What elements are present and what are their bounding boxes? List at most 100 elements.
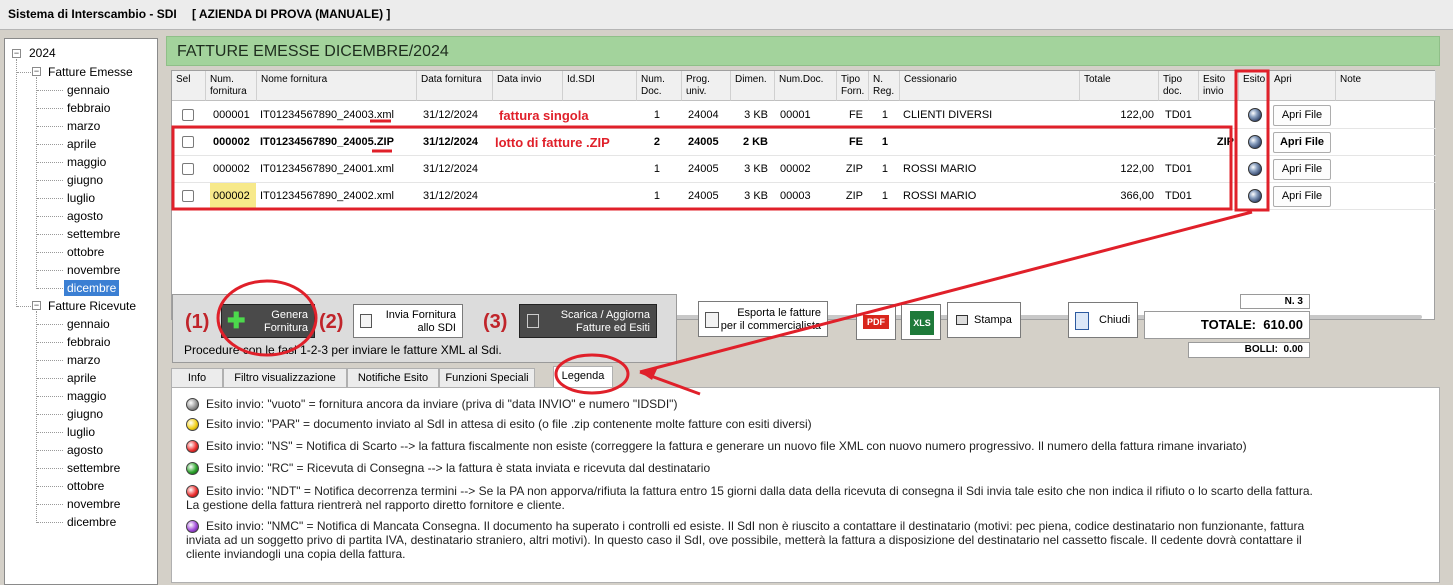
- apri-file-button[interactable]: Apri File: [1273, 186, 1331, 207]
- tree-ricevute-agosto[interactable]: agosto: [67, 442, 103, 458]
- company-name: [ AZIENDA DI PROVA (MANUALE) ]: [192, 7, 391, 21]
- esito-status-icon[interactable]: [1248, 189, 1262, 203]
- stampa-label: Stampa: [974, 314, 1012, 326]
- main-area: FATTURE EMESSE DICEMBRE/2024 Sel Num. fo…: [166, 36, 1440, 585]
- tab-legenda[interactable]: Legenda: [553, 366, 613, 389]
- col-num-doc[interactable]: Num. Doc.: [637, 71, 682, 101]
- cell-num-doc2: 00002: [780, 163, 811, 175]
- tree-emesse-ottobre[interactable]: ottobre: [67, 244, 104, 260]
- legend-item: Esito invio: "RC" = Ricevuta di Consegna…: [206, 461, 711, 475]
- tree-emesse-gennaio[interactable]: gennaio: [67, 82, 110, 98]
- cell-tipo-forn: ZIP: [845, 190, 863, 202]
- table-row[interactable]: 000001 IT01234567890_24003.xml 31/12/2024 1…: [172, 102, 1436, 129]
- legend-item: Esito invio: "PAR" = documento inviato a…: [206, 417, 812, 431]
- cell-cessionario: ROSSI MARIO: [903, 163, 977, 175]
- row-select-checkbox[interactable]: [182, 136, 194, 148]
- legend-item: Esito invio: "NS" = Notifica di Scarto -…: [206, 439, 1247, 453]
- col-note[interactable]: Note: [1336, 71, 1436, 101]
- col-n-reg[interactable]: N. Reg.: [869, 71, 900, 101]
- tab-info[interactable]: Info: [171, 368, 223, 388]
- invia-label-2: allo SDI: [417, 322, 456, 334]
- col-esito-invio[interactable]: Esito invio: [1199, 71, 1239, 101]
- totale-value: 610.00: [1263, 317, 1303, 332]
- col-totale[interactable]: Totale: [1080, 71, 1159, 101]
- collapse-emesse-icon[interactable]: −: [32, 67, 41, 76]
- tree-ricevute-febbraio[interactable]: febbraio: [67, 334, 110, 350]
- tree-emesse-giugno[interactable]: giugno: [67, 172, 103, 188]
- tree-year[interactable]: 2024: [29, 45, 56, 61]
- tree-ricevute-maggio[interactable]: maggio: [67, 388, 106, 404]
- col-sel[interactable]: Sel: [172, 71, 206, 101]
- tree-ricevute-marzo[interactable]: marzo: [67, 352, 100, 368]
- row-select-checkbox[interactable]: [182, 109, 194, 121]
- col-data-fornitura[interactable]: Data fornitura: [417, 71, 493, 101]
- tab-funzioni-speciali[interactable]: Funzioni Speciali: [439, 368, 535, 388]
- tree-ricevute-luglio[interactable]: luglio: [67, 424, 95, 440]
- scarica-aggiorna-button[interactable]: Scarica / Aggiorna Fatture ed Esiti: [519, 304, 657, 338]
- tree-emesse-novembre[interactable]: novembre: [67, 262, 120, 278]
- apri-file-button[interactable]: Apri File: [1273, 132, 1331, 153]
- cell-data-fornitura: 31/12/2024: [423, 136, 479, 148]
- tree-emesse-luglio[interactable]: luglio: [67, 190, 95, 206]
- tree-fatture-emesse[interactable]: Fatture Emesse: [48, 64, 133, 80]
- esito-status-icon[interactable]: [1248, 135, 1262, 149]
- tree-emesse-marzo[interactable]: marzo: [67, 118, 100, 134]
- col-esito[interactable]: Esito: [1239, 71, 1270, 101]
- cell-num-doc: 1: [653, 190, 660, 202]
- col-tipo-forn[interactable]: Tipo Forn.: [837, 71, 869, 101]
- chiudi-button[interactable]: Chiudi: [1068, 302, 1138, 338]
- tree-ricevute-aprile[interactable]: aprile: [67, 370, 96, 386]
- tab-filtro-visualizzazione[interactable]: Filtro visualizzazione: [223, 368, 347, 388]
- col-prog-univ[interactable]: Prog. univ.: [682, 71, 731, 101]
- tree-ricevute-dicembre[interactable]: dicembre: [67, 514, 116, 530]
- col-apri[interactable]: Apri: [1270, 71, 1336, 101]
- genera-label-1: Genera: [271, 309, 308, 321]
- tree-emesse-settembre[interactable]: settembre: [67, 226, 120, 242]
- cell-data-fornitura: 31/12/2024: [423, 190, 479, 202]
- esporta-fatture-button[interactable]: Esporta le fatture per il commercialista: [698, 301, 828, 337]
- tree-ricevute-giugno[interactable]: giugno: [67, 406, 103, 422]
- tree-emesse-aprile[interactable]: aprile: [67, 136, 96, 152]
- table-row[interactable]: 000002 IT01234567890_24002.xml 31/12/2024 1…: [172, 183, 1436, 210]
- col-num-fornitura[interactable]: Num. fornitura: [206, 71, 257, 101]
- tree-emesse-agosto[interactable]: agosto: [67, 208, 103, 224]
- collapse-ricevute-icon[interactable]: −: [32, 301, 41, 310]
- navigation-tree[interactable]: − 2024 − Fatture Emesse gennaio febbraio m…: [4, 38, 158, 585]
- col-id-sdi[interactable]: Id.SDI: [563, 71, 637, 101]
- stampa-button[interactable]: Stampa: [947, 302, 1021, 338]
- table-row[interactable]: 000002 IT01234567890_24005.ZIP 31/12/2024 2…: [172, 129, 1436, 156]
- tree-emesse-febbraio[interactable]: febbraio: [67, 100, 110, 116]
- tree-ricevute-novembre[interactable]: novembre: [67, 496, 120, 512]
- esito-status-icon[interactable]: [1248, 162, 1262, 176]
- legend-panel: Esito invio: "vuoto" = fornitura ancora …: [171, 387, 1440, 583]
- col-nome-fornitura[interactable]: Nome fornitura: [257, 71, 417, 101]
- tree-ricevute-settembre[interactable]: settembre: [67, 460, 120, 476]
- tree-emesse-maggio[interactable]: maggio: [67, 154, 106, 170]
- genera-fornitura-button[interactable]: ✚ Genera Fornitura: [221, 304, 315, 338]
- tab-notifiche-esito[interactable]: Notifiche Esito: [347, 368, 439, 388]
- cell-data-fornitura: 31/12/2024: [423, 163, 479, 175]
- tree-ricevute-gennaio[interactable]: gennaio: [67, 316, 110, 332]
- tree-ricevute-ottobre[interactable]: ottobre: [67, 478, 104, 494]
- esito-status-icon[interactable]: [1248, 108, 1262, 122]
- apri-file-button[interactable]: Apri File: [1273, 105, 1331, 126]
- collapse-year-icon[interactable]: −: [12, 49, 21, 58]
- pdf-button[interactable]: PDF: [856, 304, 896, 340]
- cell-n-reg: 1: [881, 190, 888, 202]
- row-select-checkbox[interactable]: [182, 190, 194, 202]
- col-num-doc-2[interactable]: Num.Doc.: [775, 71, 837, 101]
- exit-door-icon: [1075, 312, 1089, 330]
- invia-fornitura-button[interactable]: Invia Fornitura allo SDI: [353, 304, 463, 338]
- tree-fatture-ricevute[interactable]: Fatture Ricevute: [48, 298, 136, 314]
- xls-button[interactable]: XLS: [901, 304, 941, 340]
- cell-tipo-doc: [1162, 129, 1199, 156]
- col-tipo-doc[interactable]: Tipo doc.: [1159, 71, 1199, 101]
- col-cessionario[interactable]: Cessionario: [900, 71, 1080, 101]
- tree-emesse-dicembre[interactable]: dicembre: [64, 280, 120, 296]
- step-1-label: (1): [185, 311, 210, 333]
- apri-file-button[interactable]: Apri File: [1273, 159, 1331, 180]
- col-data-invio[interactable]: Data invio: [493, 71, 563, 101]
- col-dimen[interactable]: Dimen.: [731, 71, 775, 101]
- table-row[interactable]: 000002 IT01234567890_24001.xml 31/12/2024 1…: [172, 156, 1436, 183]
- row-select-checkbox[interactable]: [182, 163, 194, 175]
